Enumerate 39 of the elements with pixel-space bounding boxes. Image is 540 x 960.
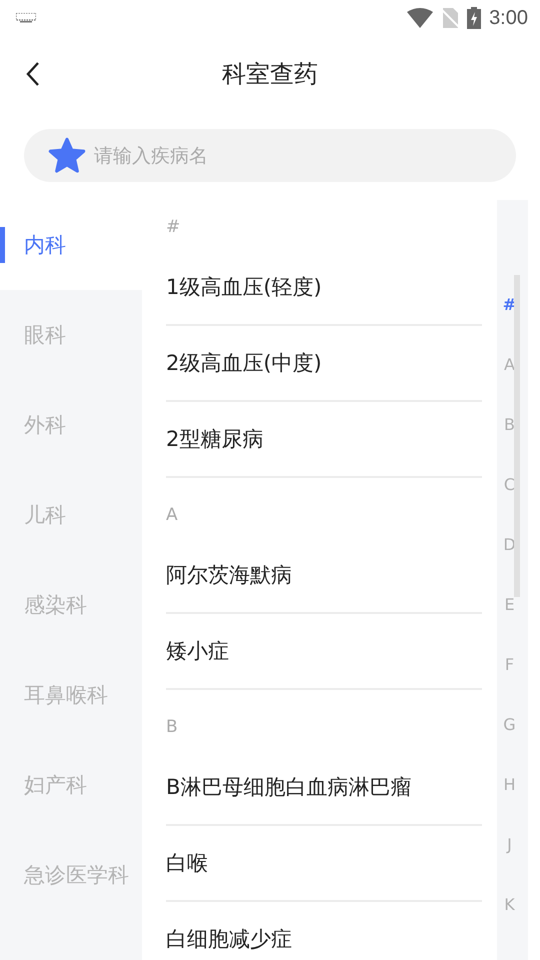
section-header: B bbox=[166, 717, 178, 737]
index-letter[interactable]: C bbox=[504, 474, 516, 495]
index-letter[interactable]: F bbox=[504, 654, 514, 675]
section-header: # bbox=[166, 217, 180, 237]
page-title: 科室查药 bbox=[222, 59, 318, 90]
disease-item[interactable]: 1级高血压(轻度) bbox=[166, 250, 482, 326]
department-tab[interactable]: 妇产科 bbox=[0, 740, 142, 830]
star-icon bbox=[48, 136, 86, 174]
disease-item[interactable]: B淋巴母细胞白血病淋巴瘤 bbox=[166, 750, 482, 826]
department-tab[interactable]: 外科 bbox=[0, 380, 142, 470]
section-header: A bbox=[166, 505, 178, 525]
keyboard-icon bbox=[16, 13, 36, 23]
disease-item[interactable]: 阿尔茨海默病 bbox=[166, 538, 482, 614]
department-tab[interactable]: 儿科 bbox=[0, 470, 142, 560]
department-tab[interactable]: 眼科 bbox=[0, 290, 142, 380]
back-icon[interactable] bbox=[26, 61, 40, 87]
disease-item[interactable]: 2级高血压(中度) bbox=[166, 326, 482, 402]
index-letter[interactable]: J bbox=[507, 834, 512, 855]
department-tab[interactable]: 感染科 bbox=[0, 560, 142, 650]
disease-item[interactable]: 白细胞减少症 bbox=[166, 902, 482, 960]
index-letter[interactable]: K bbox=[504, 894, 515, 915]
department-tab[interactable]: 内科 bbox=[0, 200, 142, 290]
index-letter[interactable]: G bbox=[503, 714, 516, 735]
index-letter[interactable]: A bbox=[504, 354, 515, 375]
index-letter[interactable]: B bbox=[504, 414, 515, 435]
search-bar[interactable]: 请输入疾病名 bbox=[24, 129, 516, 182]
index-letter[interactable]: H bbox=[503, 774, 516, 795]
battery-charging-icon bbox=[467, 7, 482, 29]
search-field[interactable]: 请输入疾病名 bbox=[94, 144, 516, 166]
wifi-icon bbox=[407, 8, 434, 28]
disease-item[interactable]: 矮小症 bbox=[166, 614, 482, 690]
disease-item[interactable]: 白喉 bbox=[166, 826, 482, 902]
status-time: 3:00 bbox=[489, 6, 528, 30]
index-letter[interactable]: E bbox=[504, 594, 515, 615]
index-letter[interactable]: # bbox=[502, 294, 516, 315]
disease-item[interactable]: 2型糖尿病 bbox=[166, 402, 482, 478]
department-tab[interactable]: 耳鼻喉科 bbox=[0, 650, 142, 740]
department-tab[interactable]: 急诊医学科 bbox=[0, 830, 142, 920]
no-sim-icon bbox=[441, 8, 460, 28]
